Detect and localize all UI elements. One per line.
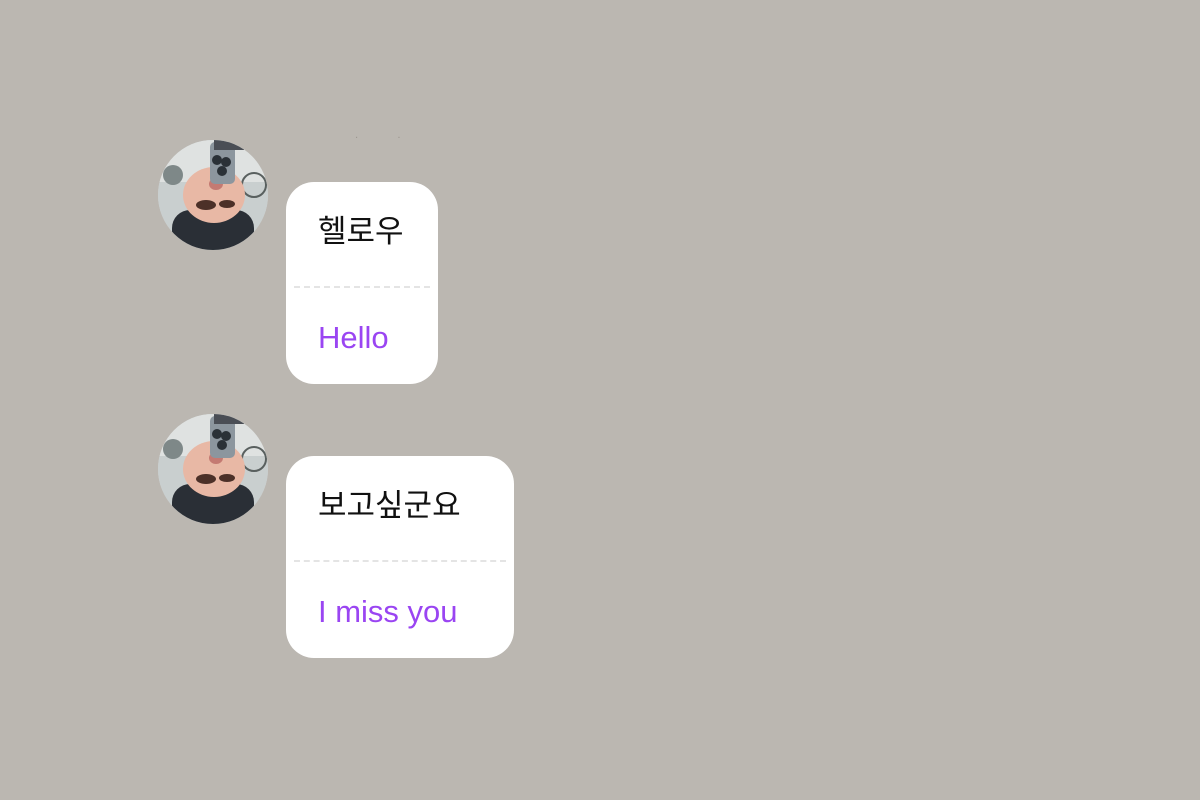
message-bubble[interactable]: 헬로우 Hello — [286, 182, 438, 384]
translated-message-text: I miss you — [318, 594, 458, 629]
avatar[interactable] — [158, 414, 268, 524]
avatar-photo-icon — [158, 414, 268, 524]
message-bubble[interactable]: 보고싶군요 I miss you — [286, 456, 514, 658]
original-message-text: 보고싶군요 — [318, 488, 461, 524]
avatar-photo-icon — [158, 140, 268, 250]
avatar[interactable] — [158, 140, 268, 250]
original-message-text: 헬로우 — [318, 214, 404, 250]
message-row: 보고싶군요 I miss you — [158, 414, 514, 658]
message-row: 헬로우 Hello — [158, 140, 438, 384]
chat-thread: · · 헬로우 Hello 보고싶군요 I miss you — [0, 0, 1200, 800]
translated-message-text: Hello — [318, 320, 389, 355]
